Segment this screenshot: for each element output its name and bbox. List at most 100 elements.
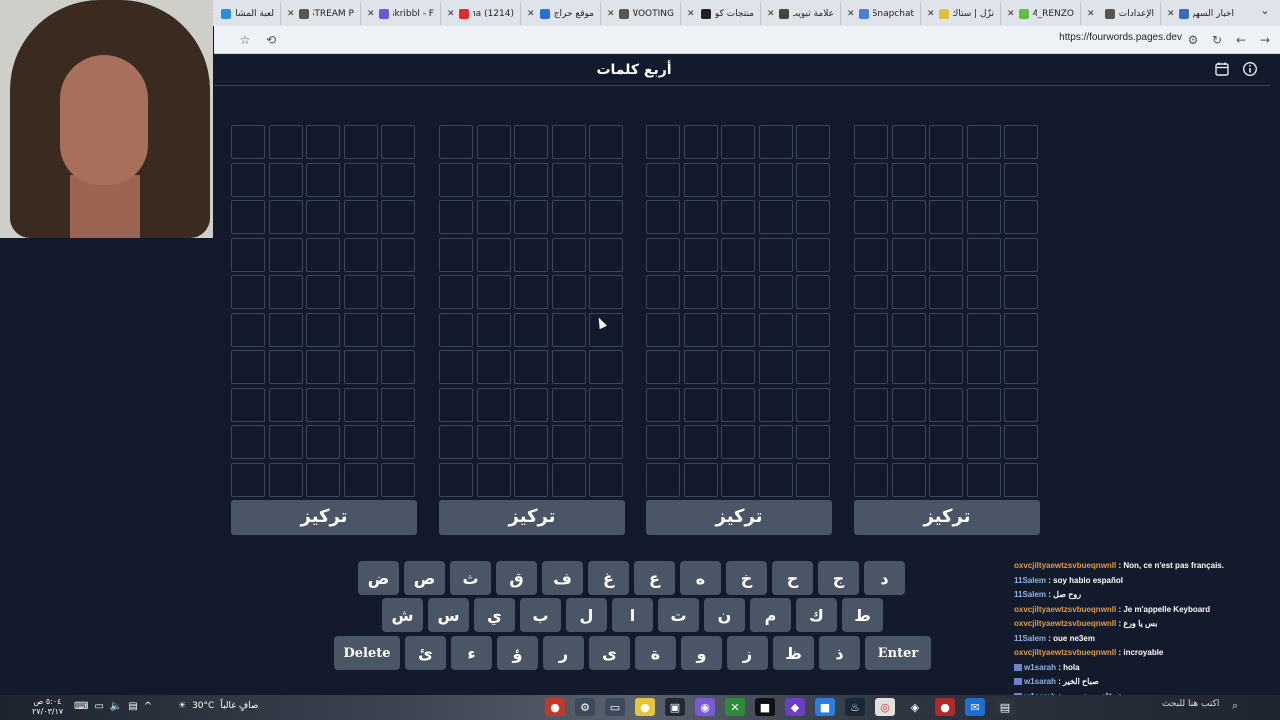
letter-key[interactable]: ن [704, 598, 745, 632]
letter-key[interactable]: ص [404, 561, 445, 595]
weather-widget[interactable]: صافٍ غالباً 30°C ☀ [178, 701, 259, 711]
browser-tab[interactable]: موقع حراج ✕ [520, 3, 600, 25]
letter-key[interactable]: خ [726, 561, 767, 595]
discord-icon[interactable]: ◉ [695, 698, 715, 716]
letter-key[interactable]: ي [474, 598, 515, 632]
letter-key[interactable]: ء [451, 636, 492, 670]
letter-key[interactable]: ذ [819, 636, 860, 670]
browser-tab[interactable]: نزّل | ستاك ✕ [920, 3, 1000, 25]
letter-key[interactable]: ث [450, 561, 491, 595]
app-icon-6[interactable]: ◈ [905, 698, 925, 716]
reload-icon[interactable]: ↻ [1206, 29, 1228, 51]
letter-cell [929, 312, 963, 347]
letter-key[interactable]: ح [772, 561, 813, 595]
url-text[interactable]: https://fourwords.pages.dev [1059, 32, 1182, 43]
tab-close-icon[interactable]: ✕ [1007, 9, 1015, 19]
steam-icon[interactable]: ♨ [845, 698, 865, 716]
tab-close-icon[interactable]: ✕ [527, 9, 535, 19]
app-icon-7[interactable]: ● [935, 698, 955, 716]
letter-key[interactable]: ض [358, 561, 399, 595]
taskbar-search-input[interactable]: اكتب هنا للبحث [1162, 699, 1219, 709]
tab-close-icon[interactable]: ✕ [287, 9, 295, 19]
browser-tab[interactable]: أخبار السهر ✕ [1160, 3, 1240, 25]
letter-key[interactable]: ط [842, 598, 883, 632]
browser-tab[interactable]: WOOTING ✕ [600, 3, 680, 25]
letter-key[interactable]: د [864, 561, 905, 595]
back-icon[interactable]: → [1254, 29, 1276, 51]
app-icon-4[interactable]: ◆ [785, 698, 805, 716]
tab-close-icon[interactable]: ✕ [687, 9, 695, 19]
letter-key[interactable]: س [428, 598, 469, 632]
letter-key[interactable]: م [750, 598, 791, 632]
letter-key[interactable]: ؤ [497, 636, 538, 670]
file-explorer-icon[interactable]: ▭ [605, 698, 625, 716]
app-icon-3[interactable]: ■ [755, 698, 775, 716]
letter-key[interactable]: ك [796, 598, 837, 632]
tab-close-icon[interactable]: ✕ [847, 9, 855, 19]
letter-key[interactable]: ب [520, 598, 561, 632]
tab-close-icon[interactable]: ✕ [1167, 9, 1175, 19]
letter-key[interactable]: ش [382, 598, 423, 632]
app-icon-2[interactable]: ● [635, 698, 655, 716]
letter-key[interactable]: ئ [405, 636, 446, 670]
focus-button[interactable]: تركيز [854, 500, 1040, 535]
tab-close-icon[interactable]: ✕ [607, 9, 615, 19]
letter-key[interactable]: ع [634, 561, 675, 595]
site-settings-icon[interactable]: ⚙ [1182, 29, 1204, 51]
letter-key[interactable]: ه [680, 561, 721, 595]
letter-key[interactable]: ز [727, 636, 768, 670]
browser-tab[interactable]: skribbl - F ✕ [360, 3, 440, 25]
letter-key[interactable]: ى [589, 636, 630, 670]
browser-tab[interactable]: STREAM P ✕ [280, 3, 360, 25]
browser-tab[interactable]: Snapchat ✕ [840, 3, 920, 25]
app-icon-8[interactable]: ▤ [995, 698, 1015, 716]
letter-key[interactable]: ج [818, 561, 859, 595]
browser-tab[interactable]: الإعدادات ✕ [1080, 3, 1160, 25]
tab-close-icon[interactable]: ✕ [927, 9, 935, 19]
info-icon[interactable] [1242, 61, 1258, 77]
browser-tab[interactable]: (1214) wha ✕ [440, 3, 520, 25]
focus-button[interactable]: تركيز [646, 500, 832, 535]
tab-close-icon[interactable]: ✕ [1087, 9, 1095, 19]
letter-key[interactable]: ق [496, 561, 537, 595]
keyboard-tray-icon[interactable]: ⌨ [74, 701, 88, 712]
taskbar-clock[interactable]: ٥:٠٤ ص ٢٧/٠٣/١٧ [32, 697, 63, 717]
focus-button[interactable]: تركيز [231, 500, 417, 535]
tab-close-icon[interactable]: ✕ [447, 9, 455, 19]
weather-condition: صافٍ غالباً [220, 701, 259, 711]
xbox-icon[interactable]: ✕ [725, 698, 745, 716]
network-icon[interactable]: ▤ [128, 701, 137, 712]
settings-icon[interactable]: ⚙ [575, 698, 595, 716]
enter-key[interactable]: Enter [865, 636, 931, 670]
tab-close-icon[interactable]: ✕ [367, 9, 375, 19]
letter-key[interactable]: ر [543, 636, 584, 670]
tab-close-icon[interactable]: ✕ [767, 9, 775, 19]
browser-tab[interactable]: علامة تبويب ✕ [760, 3, 840, 25]
outlook-icon[interactable]: ✉ [965, 698, 985, 716]
letter-key[interactable]: و [681, 636, 722, 670]
chevron-up-icon[interactable]: ^ [144, 701, 152, 712]
forward-icon[interactable]: ← [1230, 29, 1252, 51]
app-icon-5[interactable]: ■ [815, 698, 835, 716]
battery-icon[interactable]: ▭ [94, 701, 103, 712]
letter-key[interactable]: ة [635, 636, 676, 670]
letter-key[interactable]: ل [566, 598, 607, 632]
letter-key[interactable]: ت [658, 598, 699, 632]
letter-key[interactable]: غ [588, 561, 629, 595]
browser-tab[interactable]: IM_RENZO ✕ [1000, 3, 1080, 25]
calendar-icon[interactable] [1214, 61, 1230, 77]
screenshot-icon[interactable]: ⟲ [260, 29, 282, 51]
letter-key[interactable]: ظ [773, 636, 814, 670]
search-icon[interactable]: ⌕ [1232, 699, 1238, 713]
delete-key[interactable]: Delete [334, 636, 400, 670]
terminal-icon[interactable]: ▣ [665, 698, 685, 716]
letter-key[interactable]: ف [542, 561, 583, 595]
volume-icon[interactable]: 🔈 [110, 701, 122, 712]
app-icon-1[interactable]: ● [545, 698, 565, 716]
focus-button[interactable]: تركيز [439, 500, 625, 535]
letter-key[interactable]: ا [612, 598, 653, 632]
tab-search-icon[interactable]: ⌄ [1256, 4, 1274, 22]
browser-tab[interactable]: منتجات كو ✕ [680, 3, 760, 25]
chrome-icon[interactable]: ◎ [875, 698, 895, 716]
bookmark-star-icon[interactable]: ☆ [234, 29, 256, 51]
